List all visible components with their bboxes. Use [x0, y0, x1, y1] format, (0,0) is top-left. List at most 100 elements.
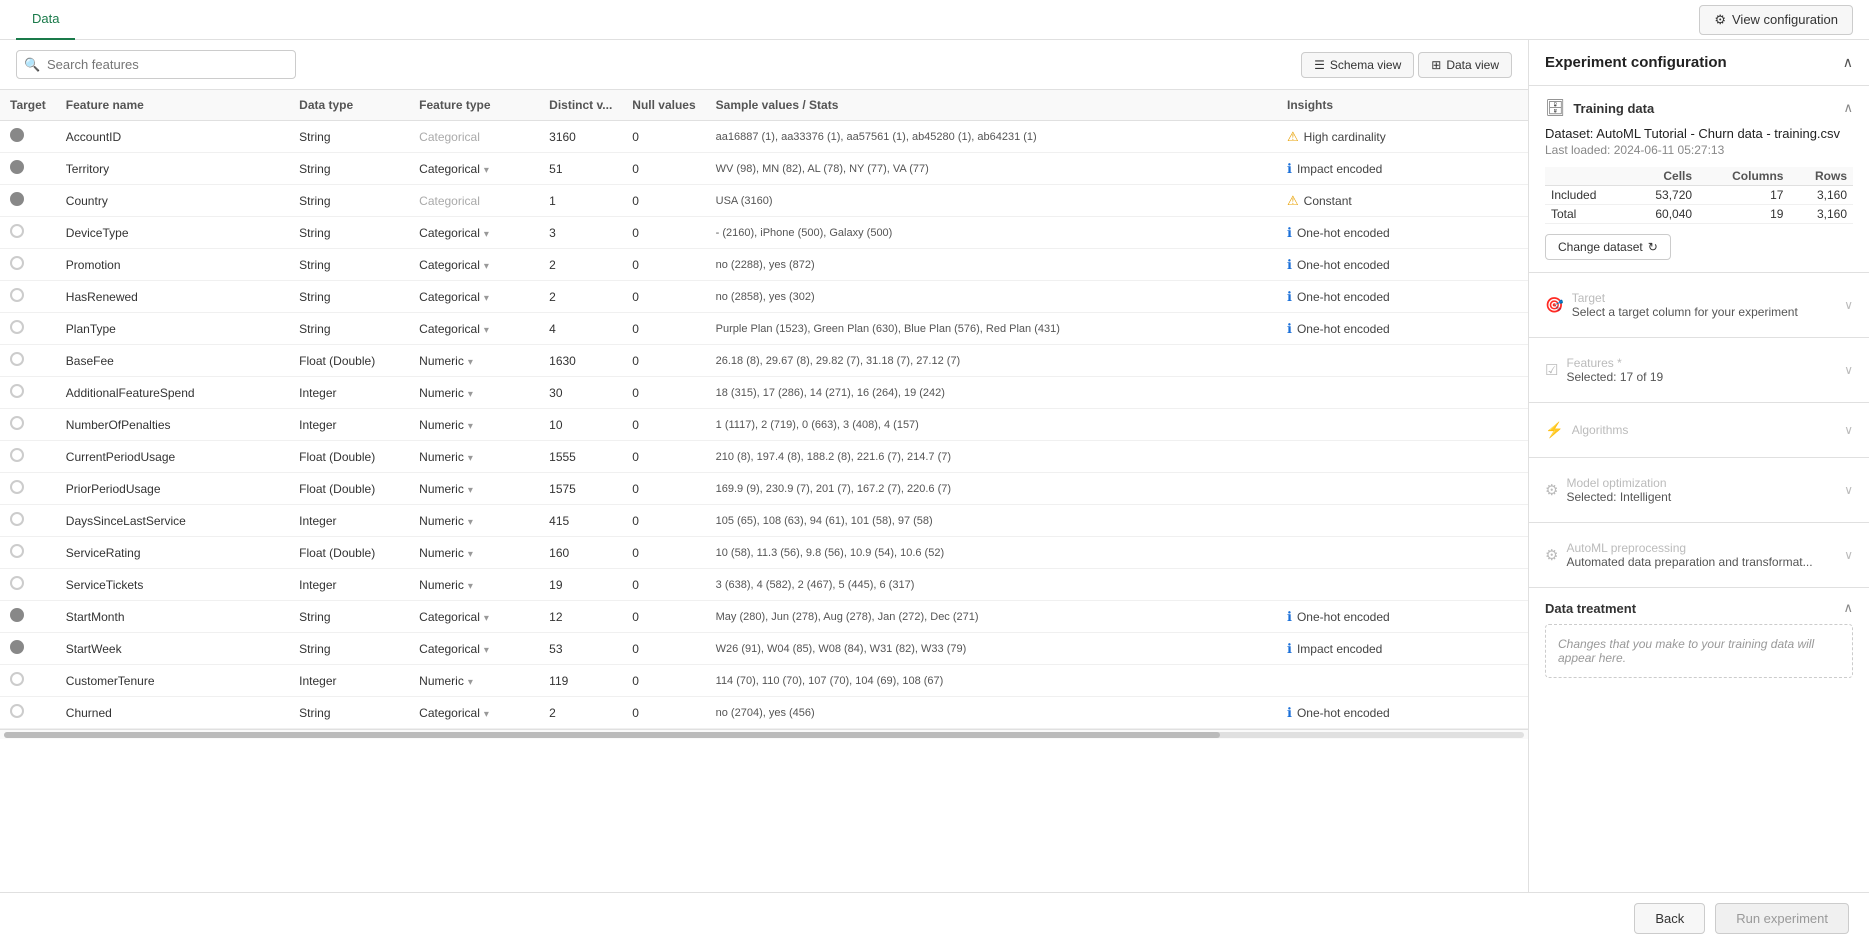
feature-type-dropdown-arrow[interactable]: ▾: [484, 261, 489, 272]
col-header-distinct[interactable]: Distinct v...: [539, 90, 622, 121]
view-configuration-button[interactable]: ⚙ View configuration: [1699, 5, 1853, 35]
radio-circle[interactable]: [10, 416, 24, 430]
row-feature-type[interactable]: Categorical▾: [409, 601, 539, 633]
row-feature-type[interactable]: Numeric▾: [409, 345, 539, 377]
row-feature-type[interactable]: Categorical▾: [409, 217, 539, 249]
row-target-radio[interactable]: [0, 409, 56, 441]
radio-circle[interactable]: [10, 320, 24, 334]
row-feature-type[interactable]: Numeric▾: [409, 569, 539, 601]
model-opt-chevron[interactable]: ∨: [1844, 483, 1853, 497]
feature-type-dropdown-arrow[interactable]: ▾: [484, 165, 489, 176]
row-target-radio[interactable]: [0, 697, 56, 729]
radio-circle[interactable]: [10, 704, 24, 718]
radio-circle[interactable]: [10, 160, 24, 174]
radio-circle[interactable]: [10, 448, 24, 462]
feature-type-dropdown-arrow[interactable]: ▾: [468, 389, 473, 400]
feature-type-dropdown-arrow[interactable]: ▾: [484, 293, 489, 304]
row-feature-type[interactable]: Categorical: [409, 121, 539, 153]
row-feature-type[interactable]: Categorical▾: [409, 281, 539, 313]
row-feature-type[interactable]: Numeric▾: [409, 473, 539, 505]
col-header-insights[interactable]: Insights: [1277, 90, 1528, 121]
features-section[interactable]: ☑ Features * Selected: 17 of 19 ∨: [1529, 338, 1869, 403]
feature-type-dropdown-arrow[interactable]: ▾: [484, 229, 489, 240]
back-button[interactable]: Back: [1634, 903, 1705, 934]
radio-circle[interactable]: [10, 192, 24, 206]
row-feature-type[interactable]: Categorical▾: [409, 697, 539, 729]
feature-type-dropdown-arrow[interactable]: ▾: [468, 581, 473, 592]
row-feature-type[interactable]: Numeric▾: [409, 665, 539, 697]
training-data-chevron[interactable]: ∧: [1843, 100, 1853, 116]
row-target-radio[interactable]: [0, 121, 56, 153]
row-target-radio[interactable]: [0, 441, 56, 473]
row-feature-type[interactable]: Categorical▾: [409, 633, 539, 665]
col-header-dtype[interactable]: Data type: [289, 90, 409, 121]
feature-type-dropdown-arrow[interactable]: ▾: [468, 485, 473, 496]
model-optimization-row[interactable]: ⚙ Model optimization Selected: Intellige…: [1545, 470, 1853, 510]
row-target-radio[interactable]: [0, 345, 56, 377]
feature-type-dropdown-arrow[interactable]: ▾: [468, 357, 473, 368]
radio-circle[interactable]: [10, 640, 24, 654]
radio-circle[interactable]: [10, 512, 24, 526]
change-dataset-button[interactable]: Change dataset ↻: [1545, 234, 1671, 260]
col-header-null[interactable]: Null values: [622, 90, 705, 121]
automl-preprocessing-row[interactable]: ⚙ AutoML preprocessing Automated data pr…: [1545, 535, 1853, 575]
feature-type-dropdown-arrow[interactable]: ▾: [468, 517, 473, 528]
schema-view-button[interactable]: ☰ Schema view: [1301, 52, 1414, 78]
radio-circle[interactable]: [10, 672, 24, 686]
row-target-radio[interactable]: [0, 537, 56, 569]
features-row[interactable]: ☑ Features * Selected: 17 of 19 ∨: [1545, 350, 1853, 390]
row-target-radio[interactable]: [0, 153, 56, 185]
target-chevron[interactable]: ∨: [1844, 298, 1853, 312]
algorithms-chevron[interactable]: ∨: [1844, 423, 1853, 437]
radio-circle[interactable]: [10, 608, 24, 622]
row-target-radio[interactable]: [0, 633, 56, 665]
row-target-radio[interactable]: [0, 281, 56, 313]
horizontal-scrollbar[interactable]: [0, 729, 1528, 739]
row-feature-type[interactable]: Numeric▾: [409, 377, 539, 409]
radio-circle[interactable]: [10, 576, 24, 590]
automl-chevron[interactable]: ∨: [1844, 548, 1853, 562]
algorithms-section[interactable]: ⚡ Algorithms ∨: [1529, 403, 1869, 458]
row-feature-type[interactable]: Numeric▾: [409, 409, 539, 441]
col-header-ftype[interactable]: Feature type: [409, 90, 539, 121]
radio-circle[interactable]: [10, 544, 24, 558]
row-target-radio[interactable]: [0, 249, 56, 281]
radio-circle[interactable]: [10, 256, 24, 270]
row-target-radio[interactable]: [0, 505, 56, 537]
feature-type-dropdown-arrow[interactable]: ▾: [484, 645, 489, 656]
feature-type-dropdown-arrow[interactable]: ▾: [468, 677, 473, 688]
target-section[interactable]: 🎯 Target Select a target column for your…: [1529, 273, 1869, 338]
feature-type-dropdown-arrow[interactable]: ▾: [484, 325, 489, 336]
row-target-radio[interactable]: [0, 313, 56, 345]
run-experiment-button[interactable]: Run experiment: [1715, 903, 1849, 934]
collapse-panel-icon[interactable]: ∧: [1843, 54, 1853, 71]
row-target-radio[interactable]: [0, 473, 56, 505]
automl-preprocessing-section[interactable]: ⚙ AutoML preprocessing Automated data pr…: [1529, 523, 1869, 588]
model-optimization-section[interactable]: ⚙ Model optimization Selected: Intellige…: [1529, 458, 1869, 523]
feature-type-dropdown-arrow[interactable]: ▾: [468, 421, 473, 432]
row-target-radio[interactable]: [0, 665, 56, 697]
radio-circle[interactable]: [10, 384, 24, 398]
target-row[interactable]: 🎯 Target Select a target column for your…: [1545, 285, 1853, 325]
radio-circle[interactable]: [10, 288, 24, 302]
data-treatment-chevron[interactable]: ∧: [1843, 600, 1853, 616]
radio-circle[interactable]: [10, 352, 24, 366]
row-feature-type[interactable]: Numeric▾: [409, 537, 539, 569]
row-feature-type[interactable]: Numeric▾: [409, 441, 539, 473]
feature-type-dropdown-arrow[interactable]: ▾: [484, 709, 489, 720]
features-chevron[interactable]: ∨: [1844, 363, 1853, 377]
feature-type-dropdown-arrow[interactable]: ▾: [468, 453, 473, 464]
row-target-radio[interactable]: [0, 601, 56, 633]
row-feature-type[interactable]: Categorical▾: [409, 153, 539, 185]
search-input[interactable]: [16, 50, 296, 79]
algorithms-row[interactable]: ⚡ Algorithms ∨: [1545, 415, 1853, 445]
row-feature-type[interactable]: Numeric▾: [409, 505, 539, 537]
radio-circle[interactable]: [10, 480, 24, 494]
row-target-radio[interactable]: [0, 569, 56, 601]
feature-type-dropdown-arrow[interactable]: ▾: [468, 549, 473, 560]
row-target-radio[interactable]: [0, 377, 56, 409]
row-feature-type[interactable]: Categorical▾: [409, 249, 539, 281]
radio-circle[interactable]: [10, 224, 24, 238]
radio-circle[interactable]: [10, 128, 24, 142]
data-view-button[interactable]: ⊞ Data view: [1418, 52, 1512, 78]
